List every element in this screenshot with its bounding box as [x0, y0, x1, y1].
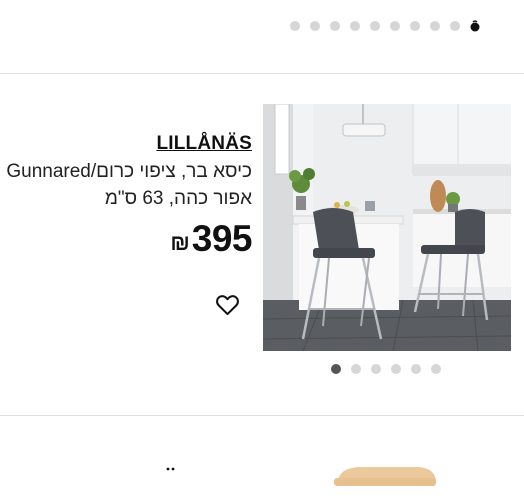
heart-icon	[216, 295, 239, 316]
section-divider	[0, 415, 524, 416]
pagination-dot[interactable]	[351, 364, 361, 374]
pagination-dot[interactable]	[431, 364, 441, 374]
pagination-dot[interactable]	[410, 21, 420, 31]
product-image-pagination	[331, 364, 441, 374]
pagination-dot[interactable]	[411, 364, 421, 374]
pagination-dot[interactable]	[350, 21, 360, 31]
pagination-dot[interactable]	[430, 21, 440, 31]
pagination-dot[interactable]	[290, 21, 300, 31]
pagination-dot[interactable]	[330, 21, 340, 31]
product-name-link[interactable]: LILLÅNÄS	[156, 133, 252, 155]
pagination-dot-active-icon[interactable]	[470, 20, 480, 32]
product-price: ₪ 395	[170, 218, 252, 260]
previous-product-image-pagination	[290, 20, 480, 32]
product-description: כיסא בר, ציפוי כרום/Gunnared אפור כהה, 6…	[6, 161, 252, 209]
pagination-dot[interactable]	[450, 21, 460, 31]
pagination-dot[interactable]	[371, 364, 381, 374]
pagination-dot[interactable]	[391, 364, 401, 374]
section-divider	[0, 73, 524, 74]
price-currency: ₪	[170, 230, 190, 255]
next-product-name-fragment	[166, 467, 175, 471]
pagination-dot[interactable]	[370, 21, 380, 31]
add-to-favorites-button[interactable]	[214, 291, 241, 318]
pagination-dot[interactable]	[310, 21, 320, 31]
pagination-dot-active[interactable]	[331, 364, 341, 374]
product-image[interactable]	[263, 104, 511, 351]
next-product-image[interactable]	[330, 462, 440, 502]
price-value: 395	[191, 218, 253, 259]
pagination-dot[interactable]	[390, 21, 400, 31]
